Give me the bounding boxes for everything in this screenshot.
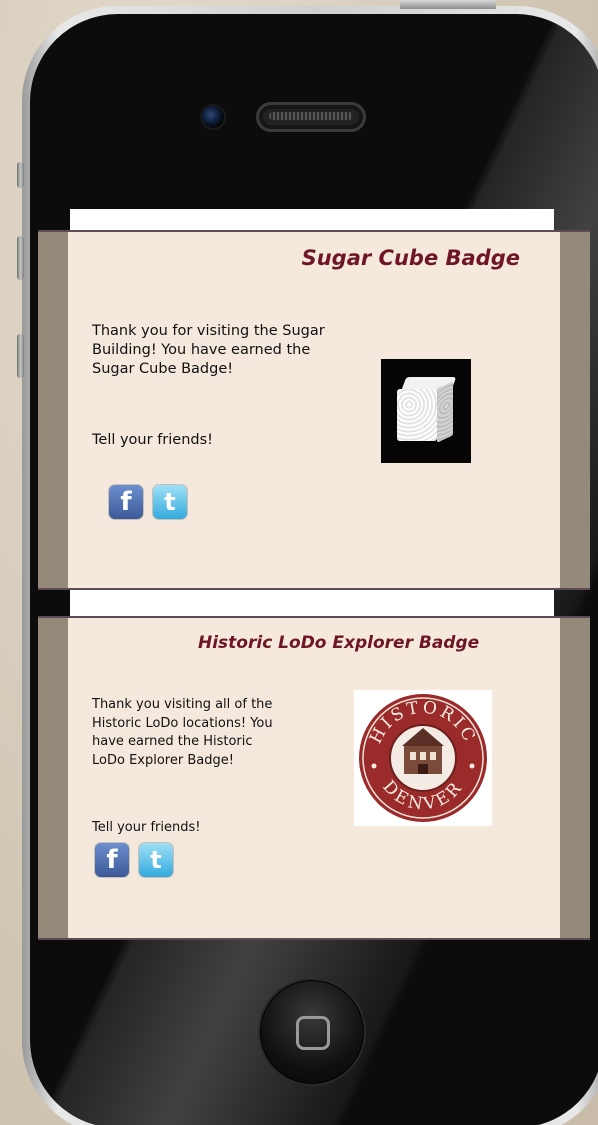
badge-message: Thank you for visiting the Sugar Buildin…	[92, 323, 325, 377]
volume-up-button	[17, 236, 24, 280]
earpiece-speaker	[256, 102, 366, 132]
facebook-share-icon[interactable]: f	[94, 842, 130, 878]
twitter-share-icon[interactable]: t	[138, 842, 174, 878]
historic-denver-seal-image: HISTORIC DENVER	[354, 690, 492, 826]
mute-switch	[17, 162, 24, 188]
social-share-buttons: f t	[108, 484, 188, 520]
badge-card-sugar-cube: Sugar Cube Badge Thank you for visiting …	[38, 230, 590, 590]
twitter-share-icon[interactable]: t	[152, 484, 188, 520]
share-prompt: Tell your friends!	[92, 820, 201, 835]
facebook-share-icon[interactable]: f	[108, 484, 144, 520]
badge-card-historic-lodo: Historic LoDo Explorer Badge Thank you v…	[38, 616, 590, 940]
badge-title: Sugar Cube Badge	[301, 246, 520, 270]
historic-denver-seal-icon: HISTORIC DENVER	[359, 694, 487, 822]
volume-down-button	[17, 334, 24, 378]
front-camera-icon	[200, 104, 226, 130]
sugar-cube-image	[381, 359, 471, 463]
social-share-buttons: f t	[94, 842, 174, 878]
power-button	[400, 0, 496, 9]
sugar-cube-icon	[397, 377, 457, 445]
badge-message: Thank you visiting all of the Historic L…	[92, 697, 273, 768]
share-prompt: Tell your friends!	[92, 432, 213, 448]
badge-title: Historic LoDo Explorer Badge	[198, 633, 480, 653]
home-button[interactable]	[258, 978, 366, 1086]
home-square-icon	[296, 1016, 330, 1050]
